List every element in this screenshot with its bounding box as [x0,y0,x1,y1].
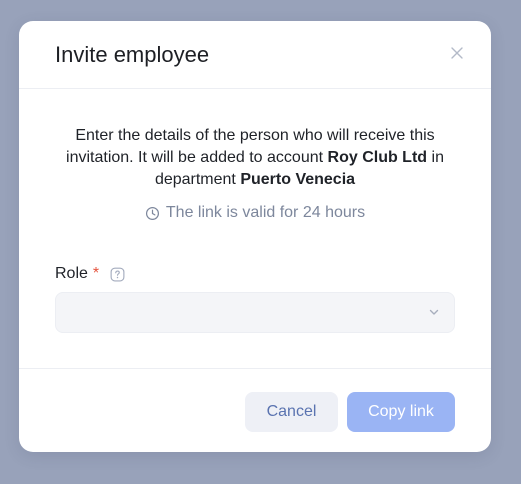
dialog-title: Invite employee [55,42,210,67]
dialog-footer: Cancel Copy link [19,369,491,453]
invitation-description: Enter the details of the person who will… [59,125,451,191]
close-icon [451,47,463,59]
link-validity-note: The link is valid for 24 hours [19,204,491,222]
cancel-button[interactable]: Cancel [245,392,338,432]
help-icon [110,267,125,281]
dialog-body: Enter the details of the person who will… [19,89,491,369]
close-button[interactable] [447,43,467,63]
role-help-button[interactable] [110,267,125,282]
department-name: Puerto Venecia [240,171,356,188]
chevron-down-icon [429,309,439,315]
role-select[interactable] [55,292,455,333]
validity-text: The link is valid for 24 hours [165,204,366,221]
account-name: Roy Club Ltd [327,149,428,166]
role-field-label: Role * [55,265,125,283]
invite-employee-dialog: Invite employee Enter the details of the… [19,21,491,452]
required-mark: * [92,265,100,282]
copy-link-button[interactable]: Copy link [347,392,455,432]
clock-icon [145,206,159,220]
dialog-header: Invite employee [19,21,491,89]
role-label: Role [55,265,88,282]
